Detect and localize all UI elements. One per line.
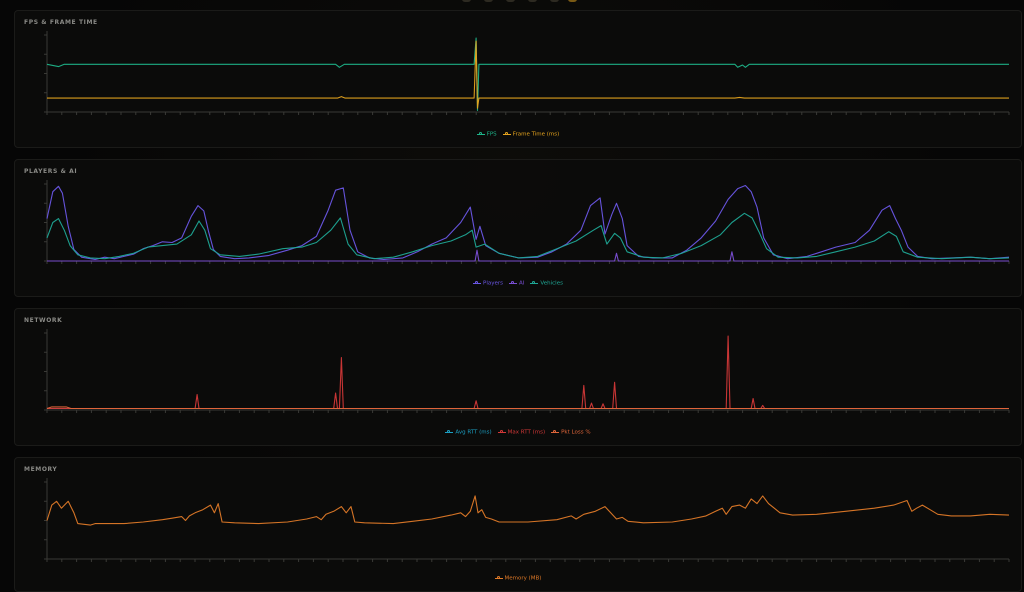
legend-item[interactable]: Memory (MB): [494, 575, 542, 582]
legend-label: Avg RTT (ms): [455, 429, 492, 436]
legend-label: Frame Time (ms): [512, 131, 560, 138]
series-line-fps: [46, 37, 1009, 112]
dashboard-page: FPS & FRAME TIME FPS Frame Time (ms) PLAY…: [0, 0, 1024, 592]
series-line-memory-mb: [46, 495, 1010, 526]
legend-label: Players: [483, 280, 504, 287]
legend-item[interactable]: Vehicles: [530, 280, 563, 287]
fps-legend: FPS Frame Time (ms): [15, 131, 1021, 138]
series-line-players: [46, 184, 1010, 261]
legend-item[interactable]: Players: [473, 280, 503, 287]
series-line-pkt-loss: [46, 406, 1009, 410]
legend-item[interactable]: Avg RTT (ms): [445, 429, 492, 436]
memory-legend: Memory (MB): [15, 575, 1021, 582]
players-chart: [44, 180, 1010, 264]
legend-swatch-icon: [502, 131, 511, 137]
fps-panel: FPS & FRAME TIME FPS Frame Time (ms): [14, 10, 1022, 148]
legend-swatch-icon: [497, 429, 506, 435]
nav-dot[interactable]: [462, 0, 471, 2]
series-line-ai: [47, 249, 1009, 262]
top-nav-indicators: [0, 0, 1024, 6]
network-chart: [44, 329, 1010, 413]
series-line-frame-time-ms: [47, 40, 1009, 109]
network-legend: Avg RTT (ms) Max RTT (ms) Pkt Loss %: [15, 429, 1021, 436]
legend-label: Vehicles: [540, 280, 563, 287]
legend-label: Pkt Loss %: [561, 429, 591, 436]
legend-swatch-icon: [530, 280, 539, 286]
nav-dot[interactable]: [506, 0, 515, 2]
legend-swatch-icon: [476, 131, 485, 137]
legend-swatch-icon: [473, 280, 482, 286]
nav-dot[interactable]: [528, 0, 537, 2]
fps-chart: [44, 31, 1010, 115]
series-line-max-rtt-ms: [47, 335, 1009, 410]
memory-panel: MEMORY Memory (MB): [14, 457, 1022, 592]
nav-dot[interactable]: [484, 0, 493, 2]
legend-item[interactable]: Pkt Loss %: [551, 429, 591, 436]
legend-label: Max RTT (ms): [507, 429, 546, 436]
legend-label: FPS: [486, 131, 497, 138]
series-line-vehicles: [46, 212, 1010, 260]
legend-item[interactable]: Frame Time (ms): [502, 131, 560, 138]
legend-swatch-icon: [494, 575, 503, 581]
network-panel: NETWORK Avg RTT (ms) Max RTT (ms) Pkt Loss…: [14, 308, 1022, 446]
memory-chart: [44, 478, 1010, 562]
legend-swatch-icon: [509, 280, 518, 286]
legend-label: Memory (MB): [504, 575, 542, 582]
legend-item[interactable]: Max RTT (ms): [497, 429, 546, 436]
legend-item[interactable]: AI: [509, 280, 524, 287]
legend-item[interactable]: FPS: [476, 131, 497, 138]
legend-swatch-icon: [445, 429, 454, 435]
legend-swatch-icon: [551, 429, 560, 435]
nav-dot[interactable]: [550, 0, 559, 2]
players-legend: Players AI Vehicles: [15, 280, 1021, 287]
legend-label: AI: [519, 280, 525, 287]
players-panel: PLAYERS & AI Players AI Vehicles: [14, 159, 1022, 297]
nav-dot-active[interactable]: [568, 0, 577, 2]
